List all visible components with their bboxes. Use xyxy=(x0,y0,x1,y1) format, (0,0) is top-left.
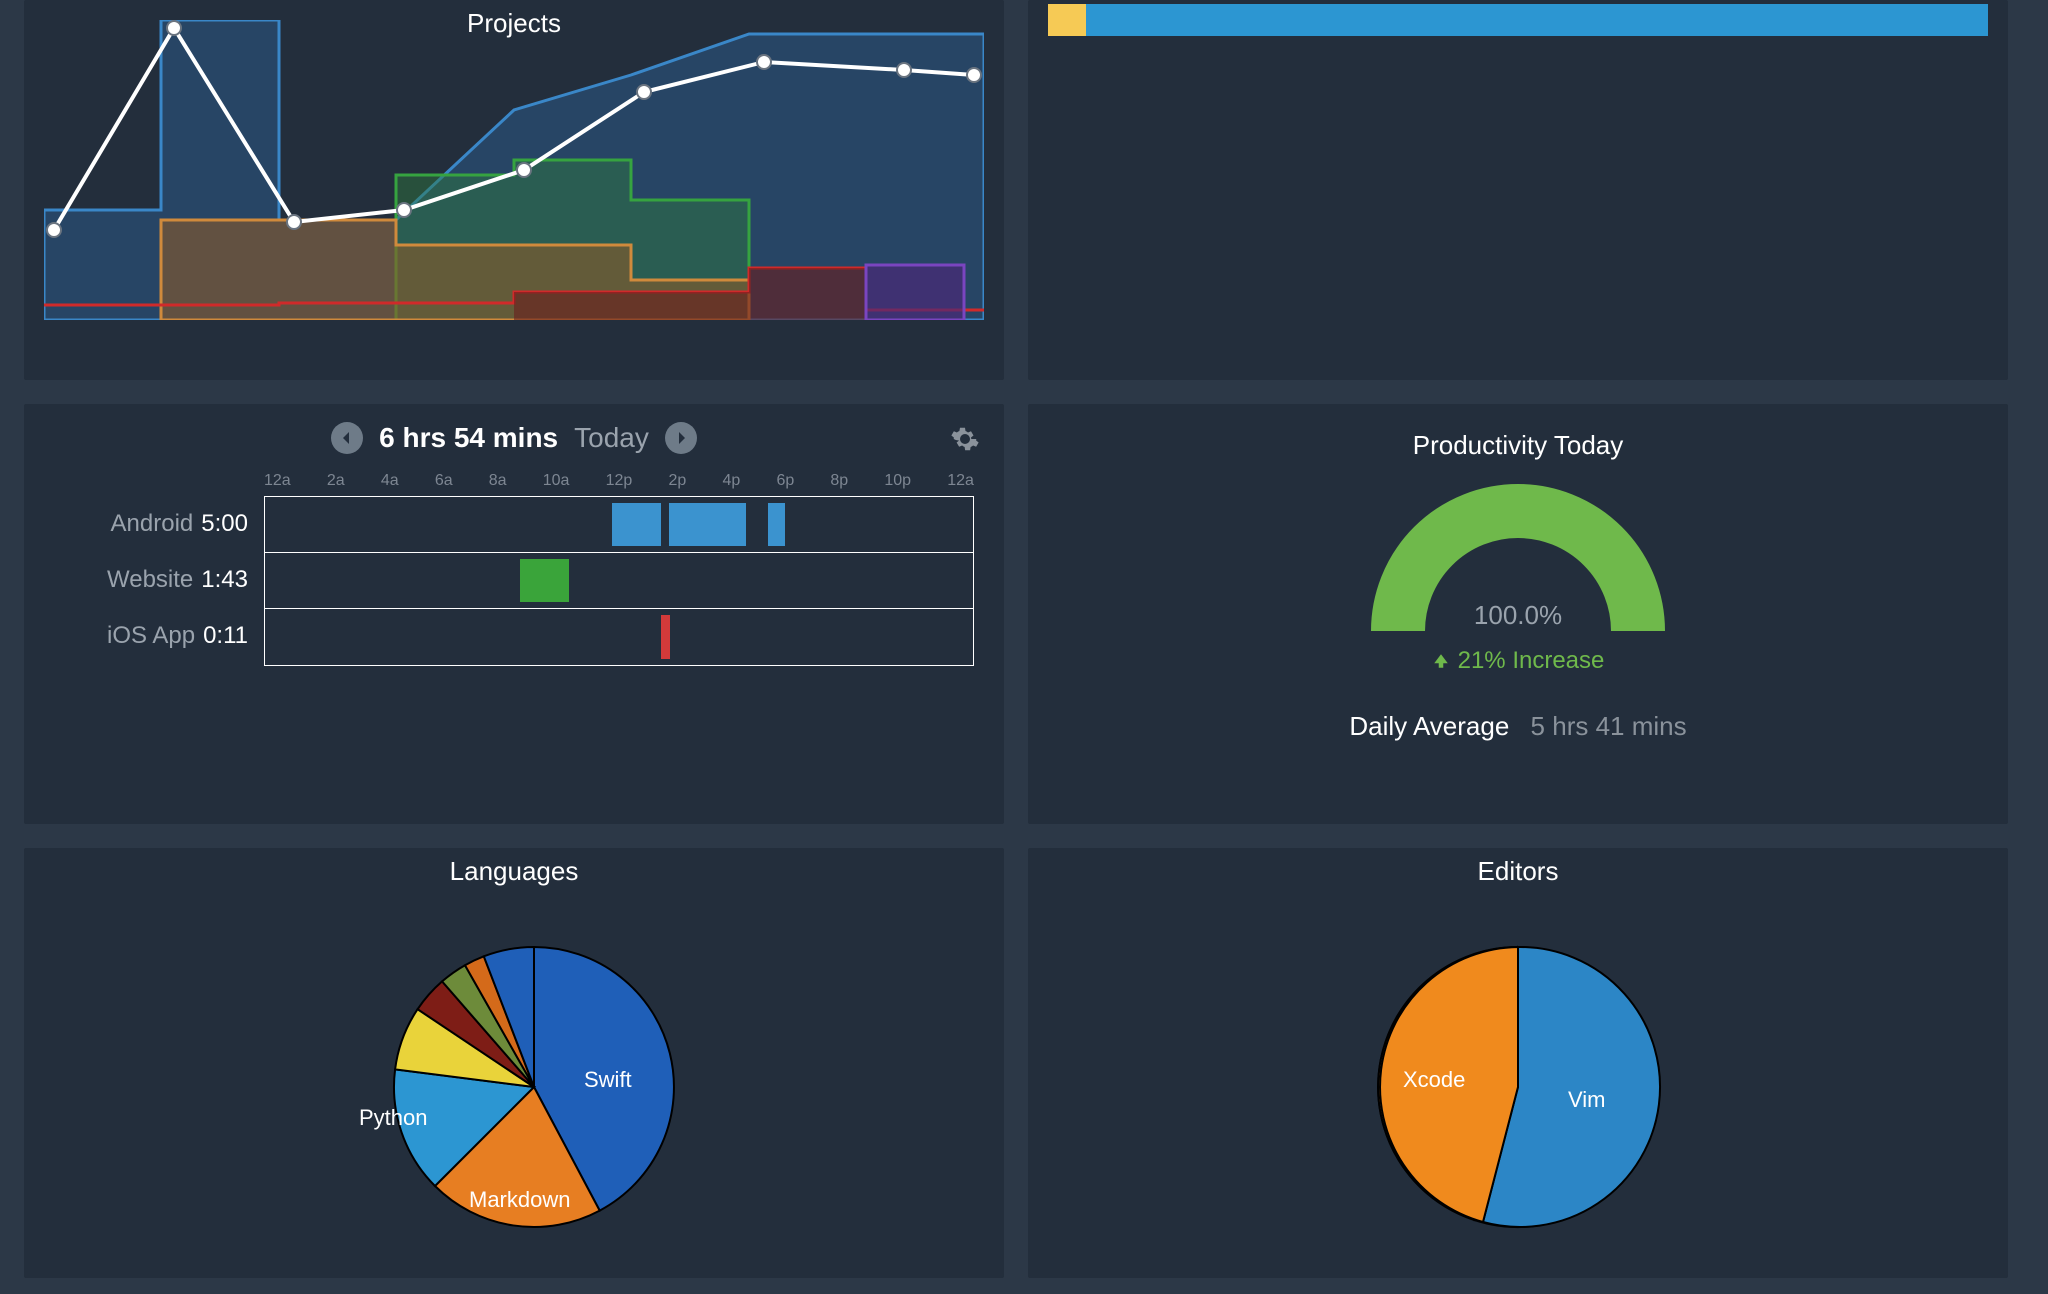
gauge-percent: 100.0% xyxy=(1368,600,1668,631)
productivity-change: 21% Increase xyxy=(1028,647,2008,675)
projects-chart xyxy=(44,20,984,320)
timeline-row-name: iOS App xyxy=(107,622,195,650)
summary-top-bar xyxy=(1048,4,1988,36)
editors-panel: Editors Vim Xcode xyxy=(1028,848,2008,1278)
arrow-up-icon xyxy=(1432,652,1450,670)
languages-title: Languages xyxy=(24,848,1004,887)
timeline-period: Today xyxy=(574,422,649,454)
productivity-panel: Productivity Today 100.0% 21% Increase D… xyxy=(1028,404,2008,824)
timeline-row-name: Website xyxy=(107,566,193,594)
summary-bar-chart xyxy=(1088,60,1948,360)
timeline-total: 6 hrs 54 mins xyxy=(379,422,558,454)
productivity-title: Productivity Today xyxy=(1028,422,2008,461)
prev-day-button[interactable] xyxy=(331,422,363,454)
timeline-row-time: 5:00 xyxy=(201,510,248,538)
timeline-row-time: 1:43 xyxy=(201,566,248,594)
settings-button[interactable] xyxy=(950,424,980,459)
timeline-panel: 6 hrs 54 mins Today 12a2a4a 6a8a10a 12p2… xyxy=(24,404,1004,824)
languages-panel: Languages Swift Markdown Python xyxy=(24,848,1004,1278)
projects-panel: Projects xyxy=(24,0,1004,380)
pie-label-xcode: Xcode xyxy=(1403,1067,1465,1092)
timeline-axis: 12a2a4a 6a8a10a 12p2p4p 6p8p10p 12a xyxy=(24,454,1004,496)
editors-title: Editors xyxy=(1028,848,2008,887)
editors-pie: Vim Xcode xyxy=(1308,897,1728,1237)
productivity-gauge: 100.0% xyxy=(1368,481,1668,631)
summary-bars-panel xyxy=(1028,0,2008,380)
next-day-button[interactable] xyxy=(665,422,697,454)
pie-label-swift: Swift xyxy=(584,1067,632,1092)
pie-label-markdown: Markdown xyxy=(469,1187,570,1212)
pie-label-vim: Vim xyxy=(1568,1087,1606,1112)
timeline-row-name: Android xyxy=(111,510,194,538)
timeline-row-time: 0:11 xyxy=(203,622,248,650)
timeline-grid xyxy=(264,496,974,666)
pie-label-python: Python xyxy=(359,1105,428,1130)
daily-average: Daily Average 5 hrs 41 mins xyxy=(1028,711,2008,742)
languages-pie: Swift Markdown Python xyxy=(304,897,724,1237)
